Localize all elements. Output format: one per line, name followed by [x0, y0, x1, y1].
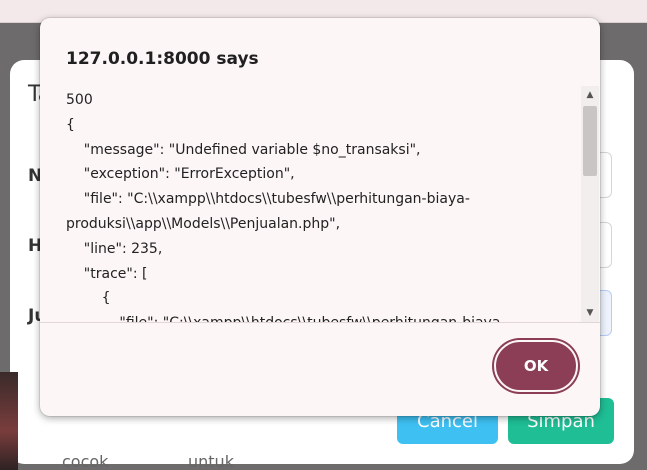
- alert-scrollbar[interactable]: ▲ ▼: [581, 86, 599, 322]
- alert-message: 500 { "message": "Undefined variable $no…: [66, 92, 505, 322]
- ok-button[interactable]: OK: [494, 340, 578, 392]
- alert-title: 127.0.0.1:8000 says: [66, 49, 259, 69]
- scroll-down-icon[interactable]: ▼: [581, 306, 599, 320]
- scroll-up-icon[interactable]: ▲: [581, 88, 599, 102]
- background-footer-text: untuk: [188, 452, 234, 470]
- scroll-thumb[interactable]: [583, 106, 597, 176]
- background-image: [0, 372, 18, 470]
- alert-message-area[interactable]: 500 { "message": "Undefined variable $no…: [66, 88, 596, 322]
- alert-dialog: 127.0.0.1:8000 says 500 { "message": "Un…: [40, 18, 600, 416]
- background-footer-text: cocok: [62, 452, 109, 470]
- alert-divider: [40, 322, 600, 323]
